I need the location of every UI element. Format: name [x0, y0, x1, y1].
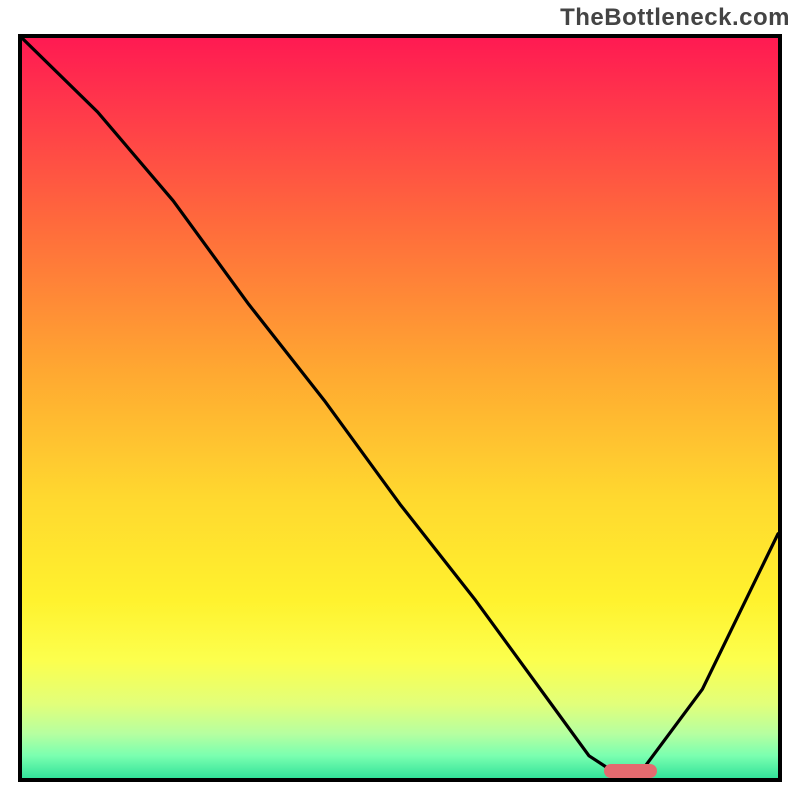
plot-area [18, 34, 782, 782]
bottleneck-curve [22, 38, 778, 771]
chart-frame: TheBottleneck.com [0, 0, 800, 800]
minimum-marker [604, 764, 657, 778]
watermark-text: TheBottleneck.com [560, 4, 790, 32]
curve-svg [22, 38, 778, 778]
